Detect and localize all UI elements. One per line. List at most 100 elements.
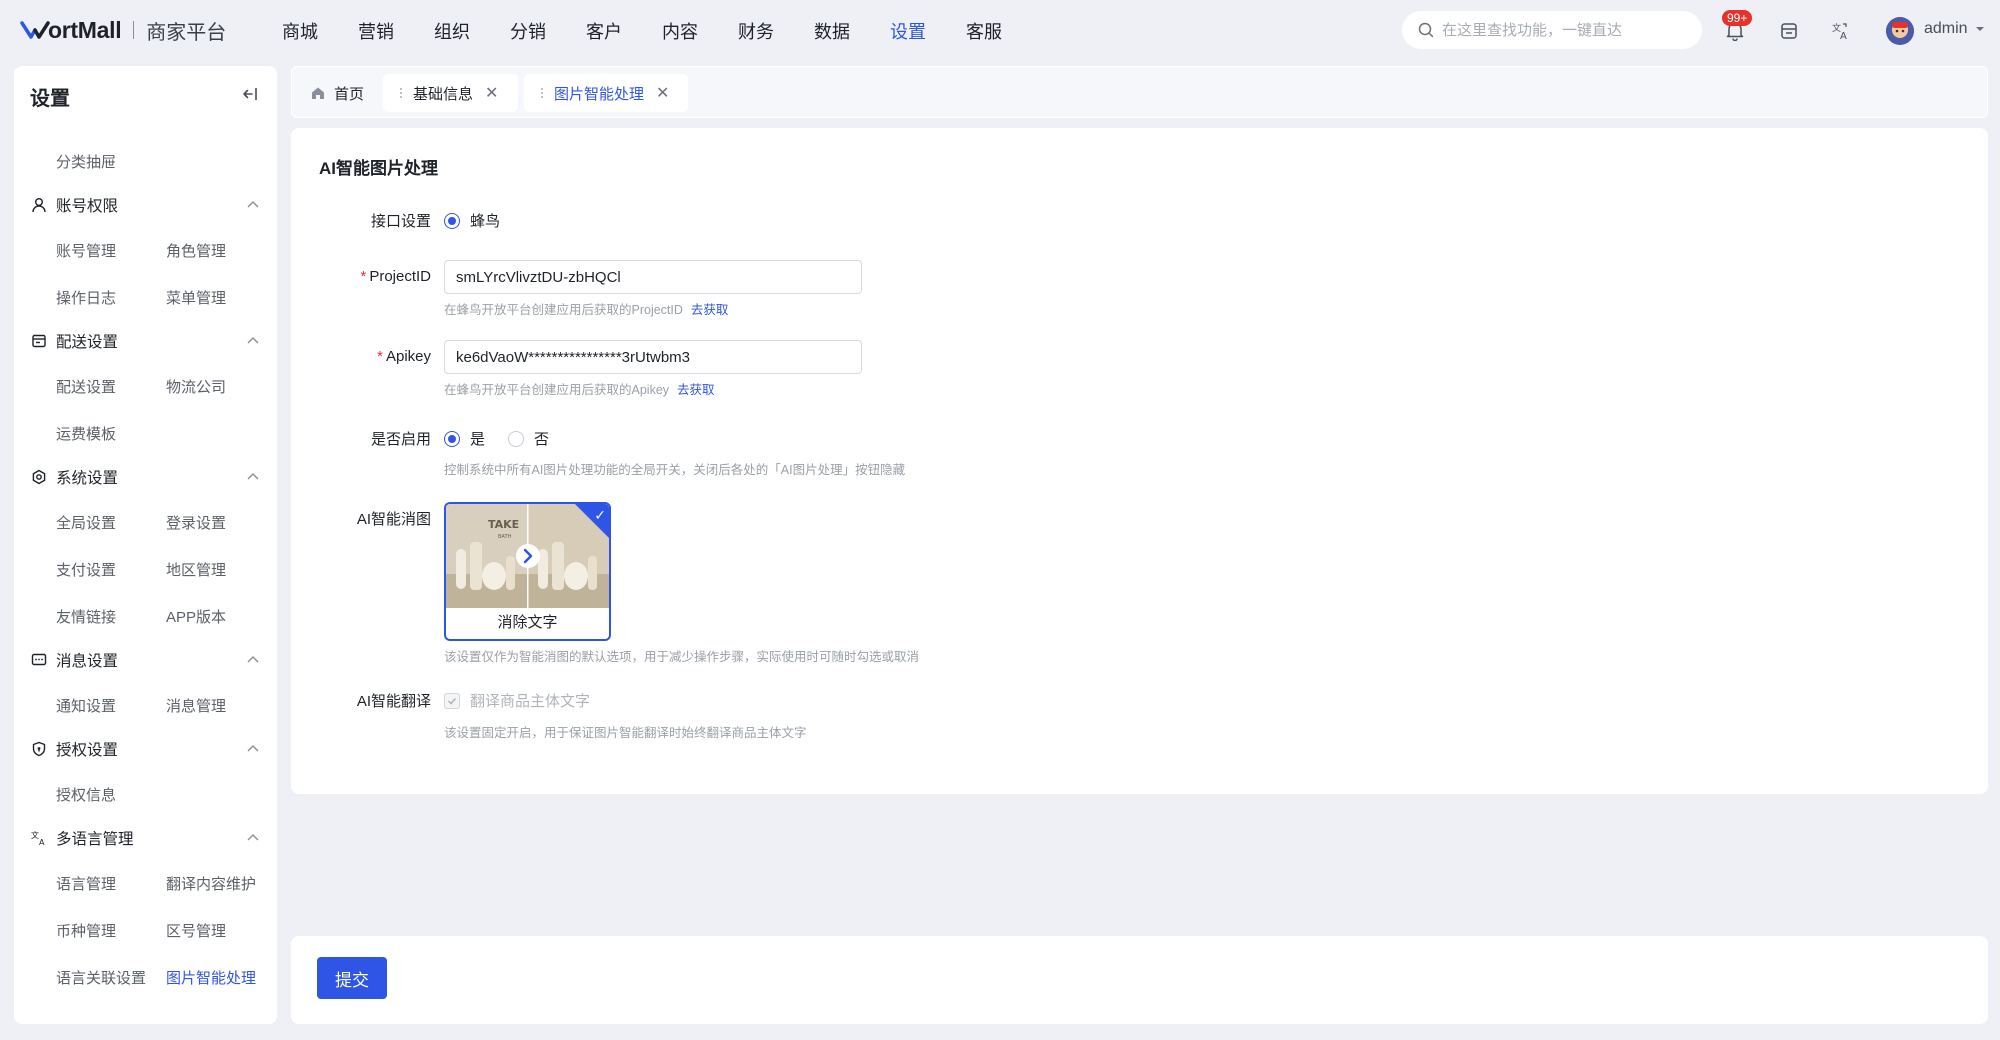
avatar[interactable] — [1886, 17, 1914, 45]
search-input[interactable] — [1442, 21, 1692, 39]
nav-item-finance[interactable]: 财务 — [738, 18, 774, 44]
sidebar-group-delivery[interactable]: 配送设置 — [30, 330, 118, 352]
username: admin — [1924, 20, 1968, 37]
sidebar-item-notify-settings[interactable]: 通知设置 — [56, 695, 116, 716]
message-icon — [30, 651, 48, 669]
hint-text: 该设置仅作为智能消图的默认选项，用于减少操作步骤，实际使用时可随时勾选或取消 — [444, 650, 920, 664]
nav-item-distribution[interactable]: 分销 — [510, 18, 546, 44]
sidebar-group-label: 配送设置 — [56, 334, 119, 351]
sidebar-item-image-ai-processing[interactable]: 图片智能处理 — [166, 967, 256, 988]
enable-radio-no[interactable]: 否 — [508, 428, 549, 449]
sidebar-item-region-manage[interactable]: 地区管理 — [166, 559, 226, 580]
tab-home[interactable]: 首页 — [310, 74, 374, 112]
sidebar-item-language-link-settings[interactable]: 语言关联设置 — [56, 967, 146, 988]
sidebar-item-translation-maintain[interactable]: 翻译内容维护 — [166, 873, 256, 894]
logo[interactable]: ortMall 商家平台 — [20, 14, 226, 46]
sidebar-item-delivery-settings[interactable]: 配送设置 — [56, 376, 116, 397]
translate-icon[interactable]: 文A — [1830, 20, 1852, 42]
tab-label: 基础信息 — [413, 85, 474, 103]
sidebar-item-area-code-manage[interactable]: 区号管理 — [166, 920, 226, 941]
chevron-up-icon[interactable] — [246, 471, 260, 481]
translate-label: AI智能翻译 — [356, 693, 431, 710]
logo-text: ortMall — [48, 16, 122, 43]
submit-button[interactable]: 提交 — [317, 957, 387, 999]
sidebar-item-app-version[interactable]: APP版本 — [166, 606, 226, 627]
sidebar-item-category-drawer[interactable]: 分类抽屉 — [56, 151, 116, 172]
section-title: AI智能图片处理 — [319, 159, 438, 178]
nav-item-customers[interactable]: 客户 — [586, 18, 622, 44]
enable-hint: 控制系统中所有AI图片处理功能的全局开关，关闭后各处的「AI图片处理」按钮隐藏 — [444, 459, 905, 478]
sidebar-group-authorization[interactable]: 授权设置 — [30, 738, 118, 760]
close-icon[interactable]: ✕ — [656, 83, 669, 103]
collapse-sidebar-icon[interactable] — [242, 86, 258, 107]
sidebar-item-friend-links[interactable]: 友情链接 — [56, 606, 116, 627]
sidebar-item-login-settings[interactable]: 登录设置 — [166, 512, 226, 533]
preview-text-bath: BATH — [498, 534, 512, 540]
nav-item-marketing[interactable]: 营销 — [358, 18, 394, 44]
chevron-up-icon[interactable] — [246, 199, 260, 209]
project-id-input[interactable] — [444, 260, 862, 294]
shield-icon — [30, 740, 48, 758]
user-menu[interactable]: admin — [1924, 20, 1986, 38]
apikey-label-text: Apikey — [385, 348, 431, 365]
sidebar-item-operation-log[interactable]: 操作日志 — [56, 287, 116, 308]
drag-handle-icon[interactable] — [540, 87, 544, 99]
required-mark: * — [360, 268, 367, 285]
check-icon: ✓ — [594, 507, 606, 523]
chevron-up-icon[interactable] — [246, 654, 260, 664]
nav-item-organization[interactable]: 组织 — [434, 18, 470, 44]
sidebar-group-label: 多语言管理 — [56, 831, 134, 848]
sidebar-item-account-manage[interactable]: 账号管理 — [56, 240, 116, 261]
interface-radio-fengniao[interactable]: 蜂鸟 — [444, 210, 500, 231]
project-id-label: * ProjectID — [291, 268, 431, 285]
sidebar-item-auth-info[interactable]: 授权信息 — [56, 784, 116, 805]
sidebar-item-global-settings[interactable]: 全局设置 — [56, 512, 116, 533]
sidebar-group-multilingual[interactable]: 文A 多语言管理 — [30, 827, 134, 849]
erase-label: AI智能消图 — [356, 511, 431, 528]
nav-item-service[interactable]: 客服 — [966, 18, 1002, 44]
nav-item-data[interactable]: 数据 — [814, 18, 850, 44]
sidebar-group-account[interactable]: 账号权限 — [30, 194, 118, 216]
apikey-input[interactable] — [444, 340, 862, 374]
chevron-up-icon[interactable] — [246, 832, 260, 842]
sidebar-item-freight-template[interactable]: 运费模板 — [56, 423, 116, 444]
checkbox-label: 翻译商品主体文字 — [470, 693, 591, 710]
sidebar-item-payment-settings[interactable]: 支付设置 — [56, 559, 116, 580]
erase-option-label: 消除文字 — [497, 614, 558, 631]
interface-label: 接口设置 — [370, 213, 431, 230]
hint-text: 在蜂鸟开放平台创建应用后获取的Apikey — [444, 383, 670, 397]
erase-text-option-card[interactable]: TAKE BATH ✓ 消除文字 — [444, 502, 611, 641]
store-icon[interactable] — [1778, 20, 1800, 42]
translate-icon: 文A — [30, 829, 48, 847]
sidebar-item-message-manage[interactable]: 消息管理 — [166, 695, 226, 716]
chevron-up-icon[interactable] — [246, 335, 260, 345]
sidebar-item-menu-manage[interactable]: 菜单管理 — [166, 287, 226, 308]
sidebar-item-role-manage[interactable]: 角色管理 — [166, 240, 226, 261]
get-apikey-link[interactable]: 去获取 — [677, 379, 715, 398]
translate-hint: 该设置固定开启，用于保证图片智能翻译时始终翻译商品主体文字 — [444, 722, 807, 741]
settings-form: AI智能图片处理 接口设置 蜂鸟 *ProjectID 在蜂鸟开放平台创建应用后… — [291, 128, 1988, 794]
enable-label: 是否启用 — [370, 431, 431, 448]
sidebar-item-language-manage[interactable]: 语言管理 — [56, 873, 116, 894]
sidebar-item-currency-manage[interactable]: 币种管理 — [56, 920, 116, 941]
enable-radio-yes[interactable]: 是 — [444, 428, 485, 449]
chevron-up-icon[interactable] — [246, 743, 260, 753]
sidebar-item-logistics[interactable]: 物流公司 — [166, 376, 226, 397]
nav-item-settings[interactable]: 设置 — [890, 18, 926, 44]
translate-main-text-checkbox: 翻译商品主体文字 — [444, 690, 590, 711]
sidebar-group-label: 消息设置 — [56, 653, 119, 670]
user-icon — [30, 196, 48, 214]
sidebar-group-system[interactable]: 系统设置 — [30, 466, 118, 488]
nav-item-content[interactable]: 内容 — [662, 18, 698, 44]
nav-item-mall[interactable]: 商城 — [282, 18, 318, 44]
tab-basic-info[interactable]: 基础信息 ✕ — [383, 74, 518, 112]
sidebar-group-message[interactable]: 消息设置 — [30, 649, 118, 671]
tab-label: 首页 — [334, 85, 365, 103]
checkbox-disabled-checked — [444, 692, 460, 709]
tab-image-ai-processing[interactable]: 图片智能处理 ✕ — [524, 74, 688, 112]
drag-handle-icon[interactable] — [399, 87, 403, 99]
get-project-id-link[interactable]: 去获取 — [691, 299, 729, 318]
close-icon[interactable]: ✕ — [485, 83, 498, 103]
global-search[interactable] — [1402, 11, 1702, 49]
form-footer: 提交 — [291, 936, 1988, 1024]
